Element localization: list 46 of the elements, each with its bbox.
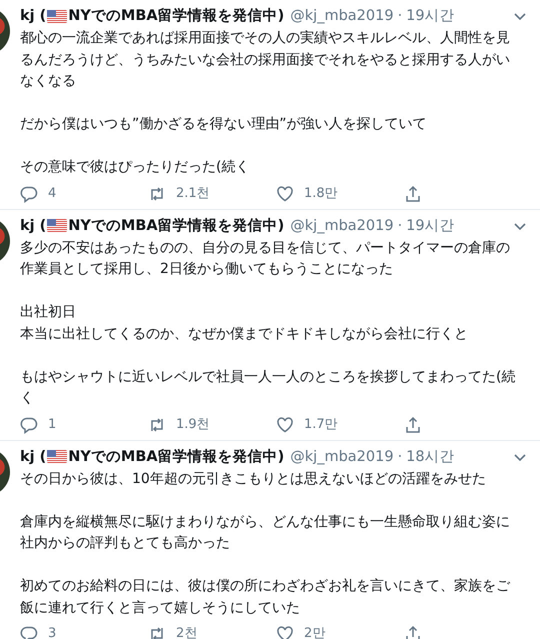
reply-icon[interactable]	[20, 416, 38, 434]
tweet-time[interactable]: 19시간	[406, 214, 455, 236]
user-handle: @kj_mba2019	[290, 7, 394, 26]
reply-count: 4	[48, 184, 56, 202]
tweet-text: その意味で彼はぴったりだった(続く	[20, 158, 250, 177]
user-handle: @kj_mba2019	[290, 448, 394, 466]
tweet-time[interactable]: 19시간	[406, 5, 455, 27]
display-name[interactable]: kj (	[20, 446, 46, 468]
share-icon[interactable]	[404, 416, 422, 434]
tweet-text: 本当に出社してくるのか、なぜか僕までドキドキしながら会社に行くと	[20, 324, 469, 344]
retweet-count: 2천	[176, 625, 198, 639]
tweet-text: 都心の一流企業であれば採用面接でその人の実績やスキルレベル、人間性を見るんだろうけど、うちみたいな会社の採用面接でそれをやると採用する人がいなくなる	[20, 29, 511, 91]
share-icon[interactable]	[404, 184, 422, 202]
flag-icon	[47, 219, 68, 232]
separator-dot: ·	[398, 7, 402, 26]
display-name[interactable]: kj (	[20, 5, 46, 27]
flag-icon	[47, 450, 68, 463]
tweet-time[interactable]: 18시간	[406, 446, 455, 468]
separator-dot: ·	[398, 448, 402, 466]
display-name[interactable]: NYでのMBA留学情報を発信中)	[68, 214, 284, 236]
separator-dot: ·	[398, 216, 402, 236]
display-name[interactable]: NYでのMBA留学情報を発信中)	[68, 5, 284, 27]
tweet-text: 多少の不安はあったものの、自分の見る目を信じて、パートタイマーの倉庫の作業員として採用し、2日後から働いてもらうことになった	[20, 238, 511, 279]
heart-icon[interactable]	[276, 625, 294, 639]
heart-icon[interactable]	[276, 416, 294, 434]
like-count: 2만	[304, 625, 326, 639]
tweet-text: 倉庫内を縦横無尽に駆けまわりながら、どんな仕事にも一生懸命取り組む姿に社内からの評判もとても高かった	[20, 512, 511, 553]
tweet-text: 出社初日	[20, 303, 77, 322]
tweet-text: もはやシャウトに近いレベルで社員一人一人のところを挨拶してまわってた(続く	[20, 368, 516, 408]
user-handle: @kj_mba2019	[290, 216, 394, 236]
display-name[interactable]: kj (	[20, 214, 46, 236]
display-name[interactable]: NYでのMBA留学情報を発信中)	[68, 446, 284, 468]
flag-icon	[47, 10, 68, 22]
like-count: 1.8만	[304, 184, 338, 202]
reply-icon[interactable]	[20, 184, 38, 202]
retweet-count: 2.1천	[176, 184, 210, 202]
heart-icon[interactable]	[276, 184, 294, 202]
reply-count: 3	[48, 625, 56, 639]
share-icon[interactable]	[404, 625, 422, 639]
like-count: 1.7만	[304, 416, 338, 434]
retweet-count: 1.9천	[176, 416, 210, 434]
tweet-text: その日から彼は、10年超の元引きこもりとは思えないほどの活躍をみせた	[20, 470, 487, 488]
tweet-text: 初めてのお給料の日には、彼は僕の所にわざわざお礼を言いにきて、家族をご飯に連れて行くと言って嬉しそうにしていた	[20, 577, 512, 618]
reply-count: 1	[48, 416, 56, 434]
reply-icon[interactable]	[20, 625, 38, 639]
tweet-text: だから僕はいつも”働かざるを得ない理由”が強い人を探していて	[20, 115, 428, 134]
